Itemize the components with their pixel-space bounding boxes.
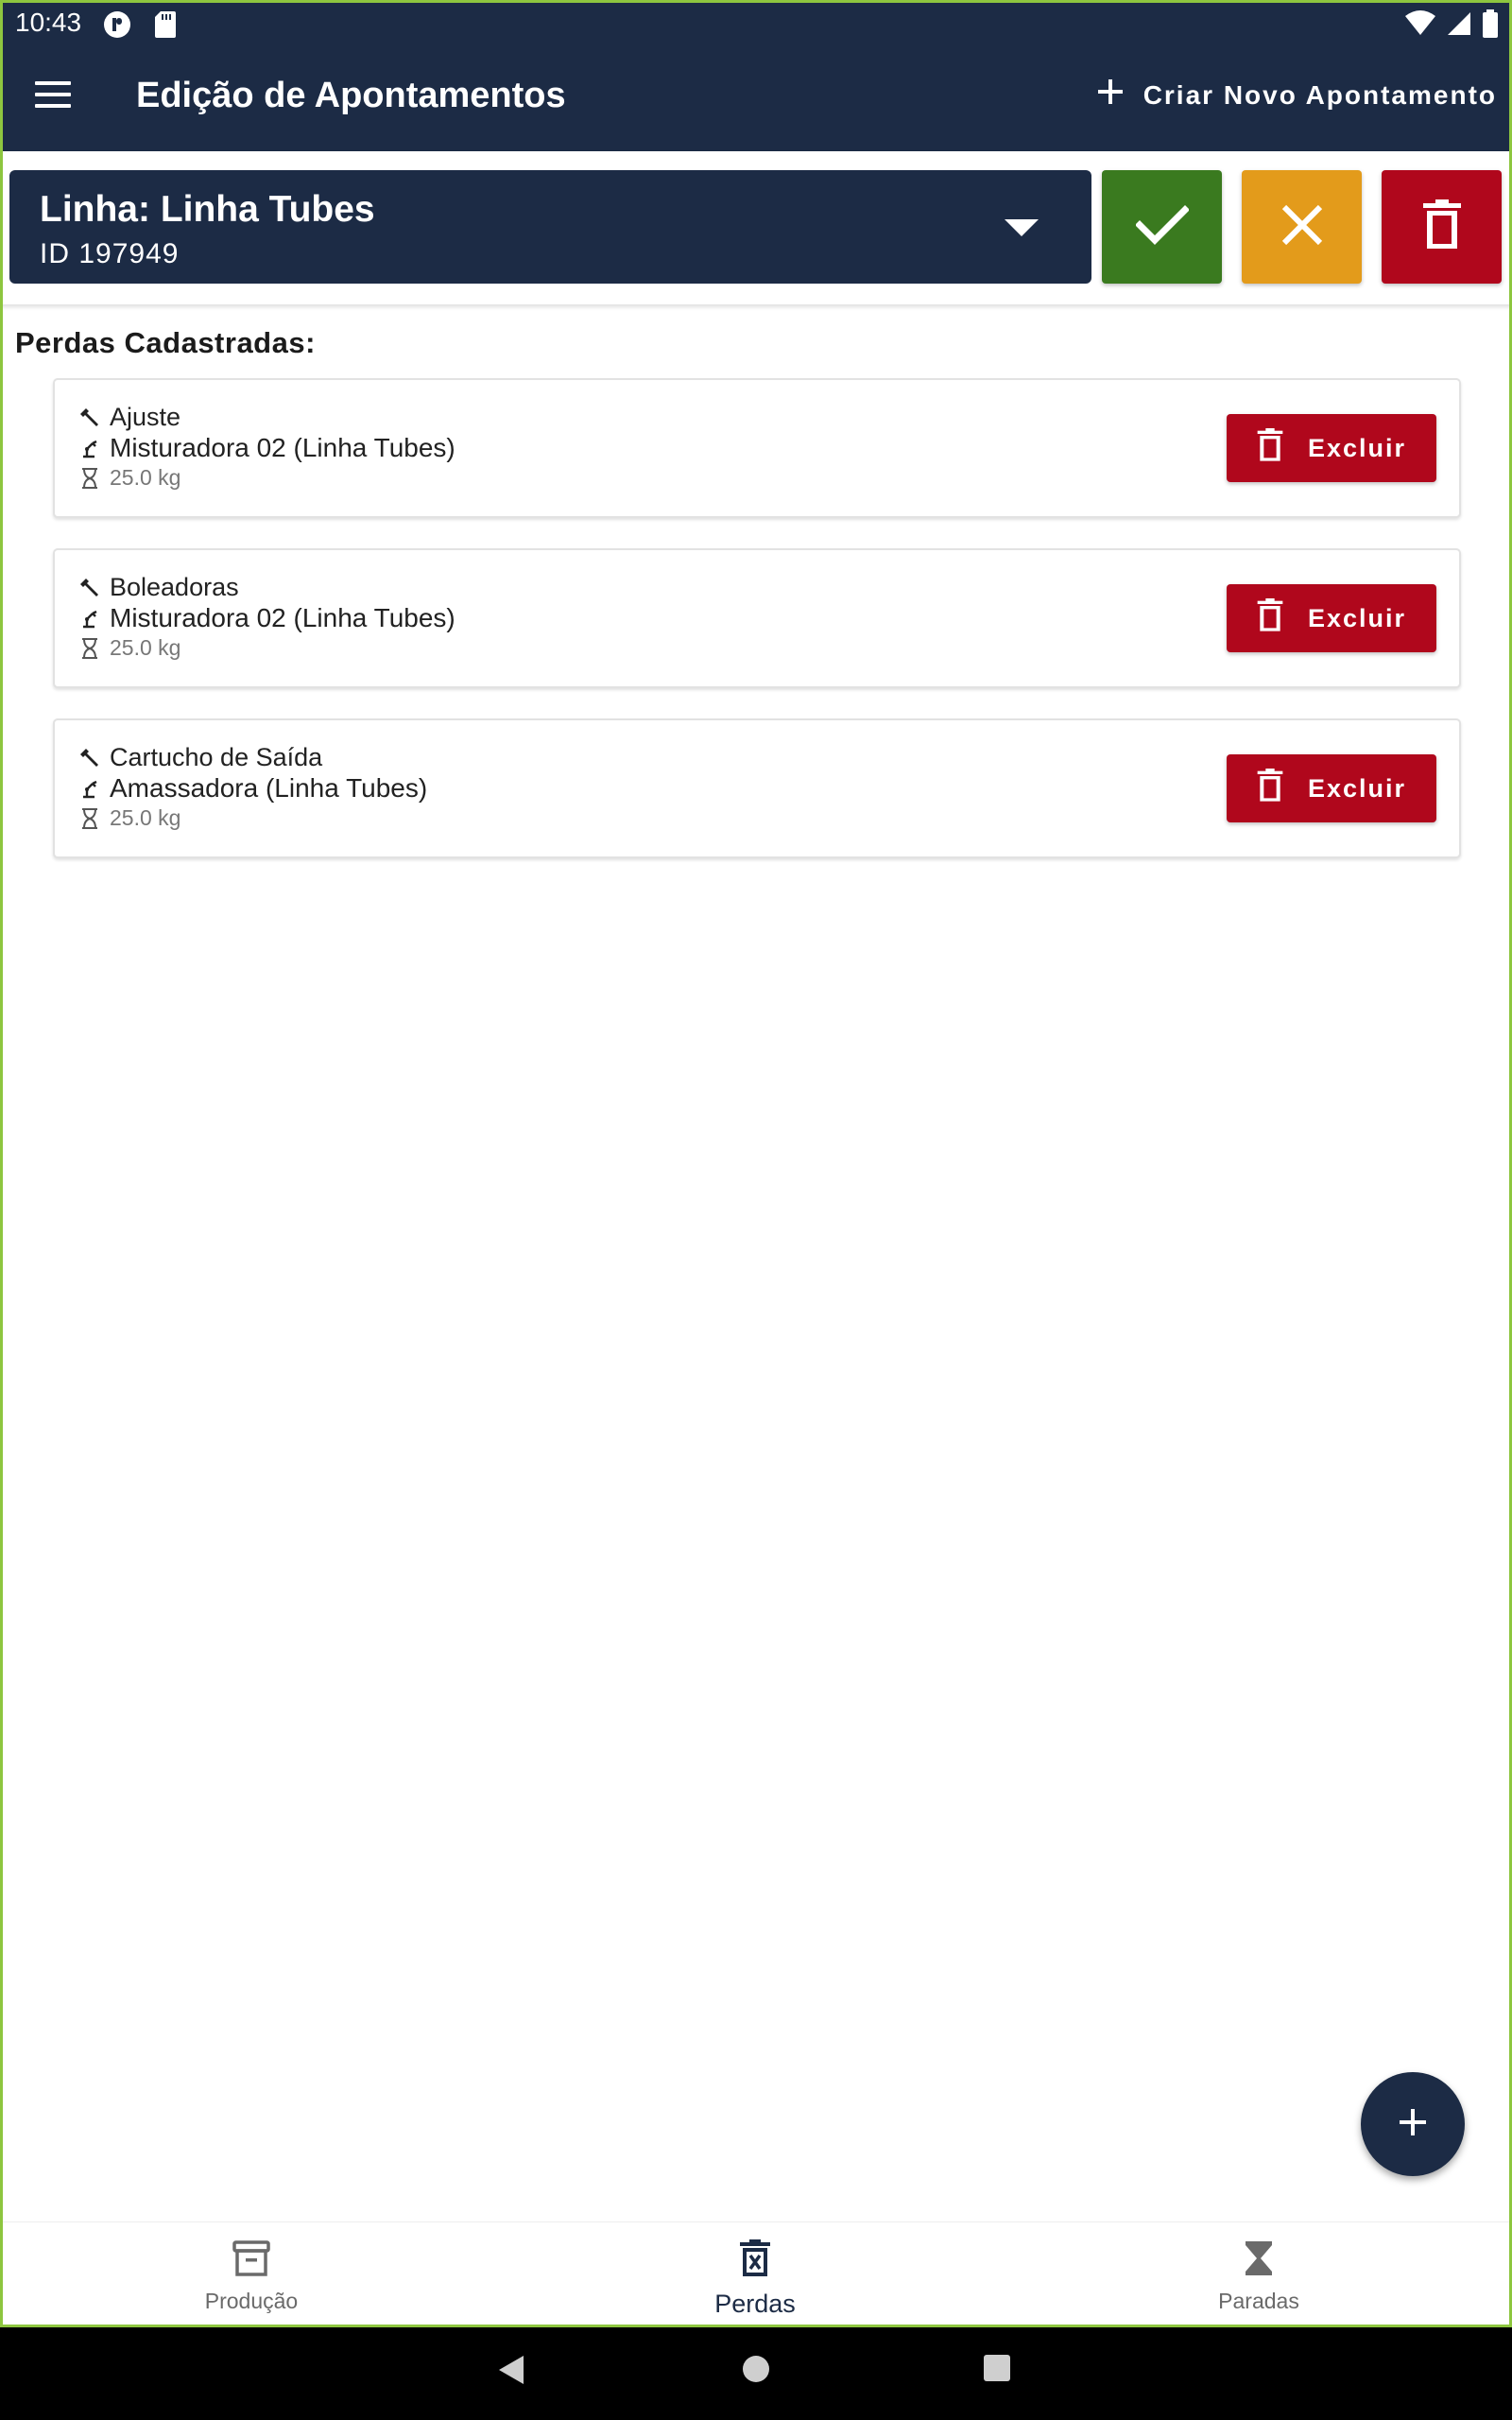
trash-icon [1257, 768, 1283, 809]
check-icon [1134, 204, 1190, 251]
robot-arm-icon [79, 608, 100, 629]
bottom-navigation: Produção Perdas Paradas [0, 2221, 1512, 2328]
trash-icon [1257, 427, 1283, 469]
nav-label: Paradas [1218, 2289, 1299, 2313]
line-name: Linha: Linha Tubes [40, 189, 375, 230]
nav-label: Produção [204, 2289, 299, 2313]
close-icon [1280, 203, 1324, 251]
plus-icon [1399, 2108, 1427, 2141]
wifi-icon [1404, 10, 1436, 42]
add-loss-fab[interactable] [1361, 2072, 1465, 2176]
wrench-icon [79, 578, 100, 598]
menu-button[interactable] [28, 81, 77, 119]
status-bar: 10:43 [0, 0, 1512, 49]
status-time: 10:43 [15, 8, 82, 37]
cancel-button[interactable] [1242, 170, 1362, 284]
nav-label: Perdas [714, 2290, 796, 2318]
loss-quantity: 25.0 kg [110, 805, 181, 830]
delete-loss-button[interactable]: Excluir [1227, 754, 1436, 822]
losses-section-title: Perdas Cadastradas: [15, 326, 316, 359]
loss-machine: Misturadora 02 (Linha Tubes) [110, 433, 455, 462]
wrench-icon [79, 748, 100, 769]
signal-icon [1446, 10, 1472, 42]
delete-loss-button[interactable]: Excluir [1227, 414, 1436, 482]
sd-card-icon [153, 9, 178, 44]
trash-icon [1422, 199, 1461, 255]
create-new-entry-label: Criar Novo Apontamento [1143, 79, 1497, 110]
nav-item-producao[interactable]: Produção [129, 2239, 374, 2314]
hourglass-icon [79, 807, 100, 829]
recents-icon[interactable] [983, 2354, 1011, 2387]
caret-down-icon [1005, 219, 1039, 241]
loss-reason: Boleadoras [110, 573, 239, 601]
confirm-button[interactable] [1102, 170, 1222, 284]
loss-card: Ajuste Misturadora 02 (Linha Tubes) 25.0… [53, 378, 1461, 518]
line-dropdown[interactable]: Linha: Linha Tubes ID 197949 [9, 170, 1091, 284]
loss-card: Boleadoras Misturadora 02 (Linha Tubes) … [53, 548, 1461, 688]
loss-machine: Misturadora 02 (Linha Tubes) [110, 603, 455, 632]
archive-icon [232, 2239, 270, 2283]
app-bar: Edição de Apontamentos Criar Novo Aponta… [0, 49, 1512, 151]
delete-entry-button[interactable] [1382, 170, 1502, 284]
back-icon[interactable] [497, 2354, 525, 2391]
line-selector-panel: Linha: Linha Tubes ID 197949 [0, 151, 1512, 304]
hourglass-icon [79, 467, 100, 489]
plus-icon [1096, 78, 1125, 112]
delete-loss-label: Excluir [1307, 773, 1407, 803]
page-title: Edição de Apontamentos [136, 76, 566, 115]
hourglass-icon [79, 637, 100, 659]
loss-card: Cartucho de Saída Amassadora (Linha Tube… [53, 718, 1461, 858]
system-navigation-bar [0, 2327, 1512, 2420]
nav-item-perdas[interactable]: Perdas [632, 2239, 878, 2319]
battery-icon [1482, 9, 1499, 43]
p-app-icon [102, 9, 132, 44]
delete-loss-label: Excluir [1307, 433, 1407, 462]
loss-reason: Ajuste [110, 403, 181, 431]
loss-reason: Cartucho de Saída [110, 743, 323, 771]
home-icon[interactable] [741, 2354, 771, 2389]
create-new-entry-button[interactable]: Criar Novo Apontamento [1096, 78, 1497, 112]
hourglass-icon [1245, 2239, 1273, 2283]
delete-loss-label: Excluir [1307, 603, 1407, 632]
line-id: ID 197949 [40, 238, 180, 269]
wrench-icon [79, 407, 100, 428]
robot-arm-icon [79, 778, 100, 799]
delete-loss-button[interactable]: Excluir [1227, 584, 1436, 652]
menu-icon [35, 81, 71, 85]
loss-machine: Amassadora (Linha Tubes) [110, 773, 428, 803]
nav-item-paradas[interactable]: Paradas [1136, 2239, 1382, 2314]
trash-icon [1257, 597, 1283, 639]
trash-x-icon [740, 2239, 770, 2284]
loss-quantity: 25.0 kg [110, 465, 181, 490]
loss-quantity: 25.0 kg [110, 635, 181, 660]
robot-arm-icon [79, 438, 100, 458]
